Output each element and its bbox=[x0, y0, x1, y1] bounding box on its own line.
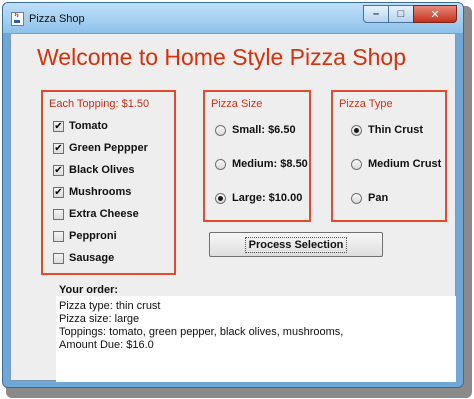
order-line: Pizza type: thin crust bbox=[59, 300, 161, 312]
radio-selected-icon[interactable] bbox=[215, 192, 226, 204]
topping-label: Green Peppper bbox=[69, 142, 148, 154]
maximize-icon: □ bbox=[397, 8, 405, 20]
toppings-panel: Each Topping: $1.50 ✔ Tomato ✔ Green Pepppe… bbox=[41, 90, 176, 275]
minimize-icon: – bbox=[372, 8, 380, 20]
topping-label: Black Olives bbox=[69, 164, 135, 176]
order-text-area[interactable]: Pizza type: thin crust Pizza size: large T… bbox=[56, 296, 456, 382]
maximize-button[interactable]: □ bbox=[388, 5, 414, 23]
type-panel: Pizza Type Thin Crust Medium Crust Pan bbox=[331, 90, 447, 222]
checkbox-unchecked-icon[interactable] bbox=[53, 252, 64, 264]
topping-checkbox-row[interactable]: ✔ Green Peppper bbox=[53, 142, 148, 154]
size-title: Pizza Size bbox=[211, 98, 263, 110]
minimize-button[interactable]: – bbox=[363, 5, 389, 23]
topping-label: Pepproni bbox=[69, 230, 117, 242]
toppings-title: Each Topping: $1.50 bbox=[49, 98, 150, 110]
order-label: Your order: bbox=[59, 284, 119, 296]
type-option-label: Medium Crust bbox=[368, 158, 442, 170]
topping-checkbox-row[interactable]: ✔ Mushrooms bbox=[53, 186, 131, 198]
content-pane: Welcome to Home Style Pizza Shop Each To… bbox=[10, 33, 456, 382]
checkbox-unchecked-icon[interactable] bbox=[53, 230, 64, 242]
topping-checkbox-row[interactable]: ✔ Black Olives bbox=[53, 164, 134, 176]
topping-label: Tomato bbox=[69, 120, 108, 132]
radio-unselected-icon[interactable] bbox=[351, 158, 362, 170]
order-line: Amount Due: $16.0 bbox=[59, 339, 154, 351]
app-window: Pizza Shop – □ ✕ Welcome to Home Style P… bbox=[2, 2, 464, 388]
radio-unselected-icon[interactable] bbox=[215, 158, 226, 170]
checkbox-checked-icon[interactable]: ✔ bbox=[53, 120, 64, 132]
size-option-label: Small: $6.50 bbox=[232, 124, 296, 136]
type-radio-row[interactable]: Medium Crust bbox=[351, 158, 441, 170]
process-selection-label: Process Selection bbox=[244, 236, 348, 253]
size-panel: Pizza Size Small: $6.50 Medium: $8.50 Larg… bbox=[203, 90, 311, 222]
size-radio-row[interactable]: Large: $10.00 bbox=[215, 192, 302, 204]
type-title: Pizza Type bbox=[339, 98, 393, 110]
checkbox-checked-icon[interactable]: ✔ bbox=[53, 164, 64, 176]
size-radio-row[interactable]: Medium: $8.50 bbox=[215, 158, 308, 170]
process-selection-button[interactable]: Process Selection bbox=[209, 232, 383, 257]
checkbox-unchecked-icon[interactable] bbox=[53, 208, 64, 220]
topping-checkbox-row[interactable]: Sausage bbox=[53, 252, 114, 264]
size-radio-row[interactable]: Small: $6.50 bbox=[215, 124, 296, 136]
checkbox-checked-icon[interactable]: ✔ bbox=[53, 142, 64, 154]
window-controls: – □ ✕ bbox=[363, 5, 457, 23]
topping-checkbox-row[interactable]: Extra Cheese bbox=[53, 208, 139, 220]
radio-selected-icon[interactable] bbox=[351, 124, 362, 136]
checkbox-checked-icon[interactable]: ✔ bbox=[53, 186, 64, 198]
java-app-icon bbox=[11, 12, 24, 26]
type-option-label: Thin Crust bbox=[368, 124, 423, 136]
radio-unselected-icon[interactable] bbox=[215, 124, 226, 136]
type-radio-row[interactable]: Pan bbox=[351, 192, 388, 204]
close-icon: ✕ bbox=[430, 8, 440, 21]
window-title: Pizza Shop bbox=[29, 13, 85, 25]
topping-label: Extra Cheese bbox=[69, 208, 139, 220]
order-line: Pizza size: large bbox=[59, 313, 140, 325]
radio-unselected-icon[interactable] bbox=[351, 192, 362, 204]
topping-label: Sausage bbox=[69, 252, 115, 264]
size-option-label: Medium: $8.50 bbox=[232, 158, 308, 170]
welcome-heading: Welcome to Home Style Pizza Shop bbox=[37, 44, 407, 70]
close-button[interactable]: ✕ bbox=[413, 5, 457, 23]
type-radio-row[interactable]: Thin Crust bbox=[351, 124, 423, 136]
type-option-label: Pan bbox=[368, 192, 389, 204]
topping-checkbox-row[interactable]: ✔ Tomato bbox=[53, 120, 108, 132]
topping-label: Mushrooms bbox=[69, 186, 132, 198]
size-option-label: Large: $10.00 bbox=[232, 192, 303, 204]
title-bar[interactable]: Pizza Shop – □ ✕ bbox=[3, 3, 463, 33]
order-line: Toppings: tomato, green pepper, black ol… bbox=[59, 326, 344, 338]
topping-checkbox-row[interactable]: Pepproni bbox=[53, 230, 117, 242]
